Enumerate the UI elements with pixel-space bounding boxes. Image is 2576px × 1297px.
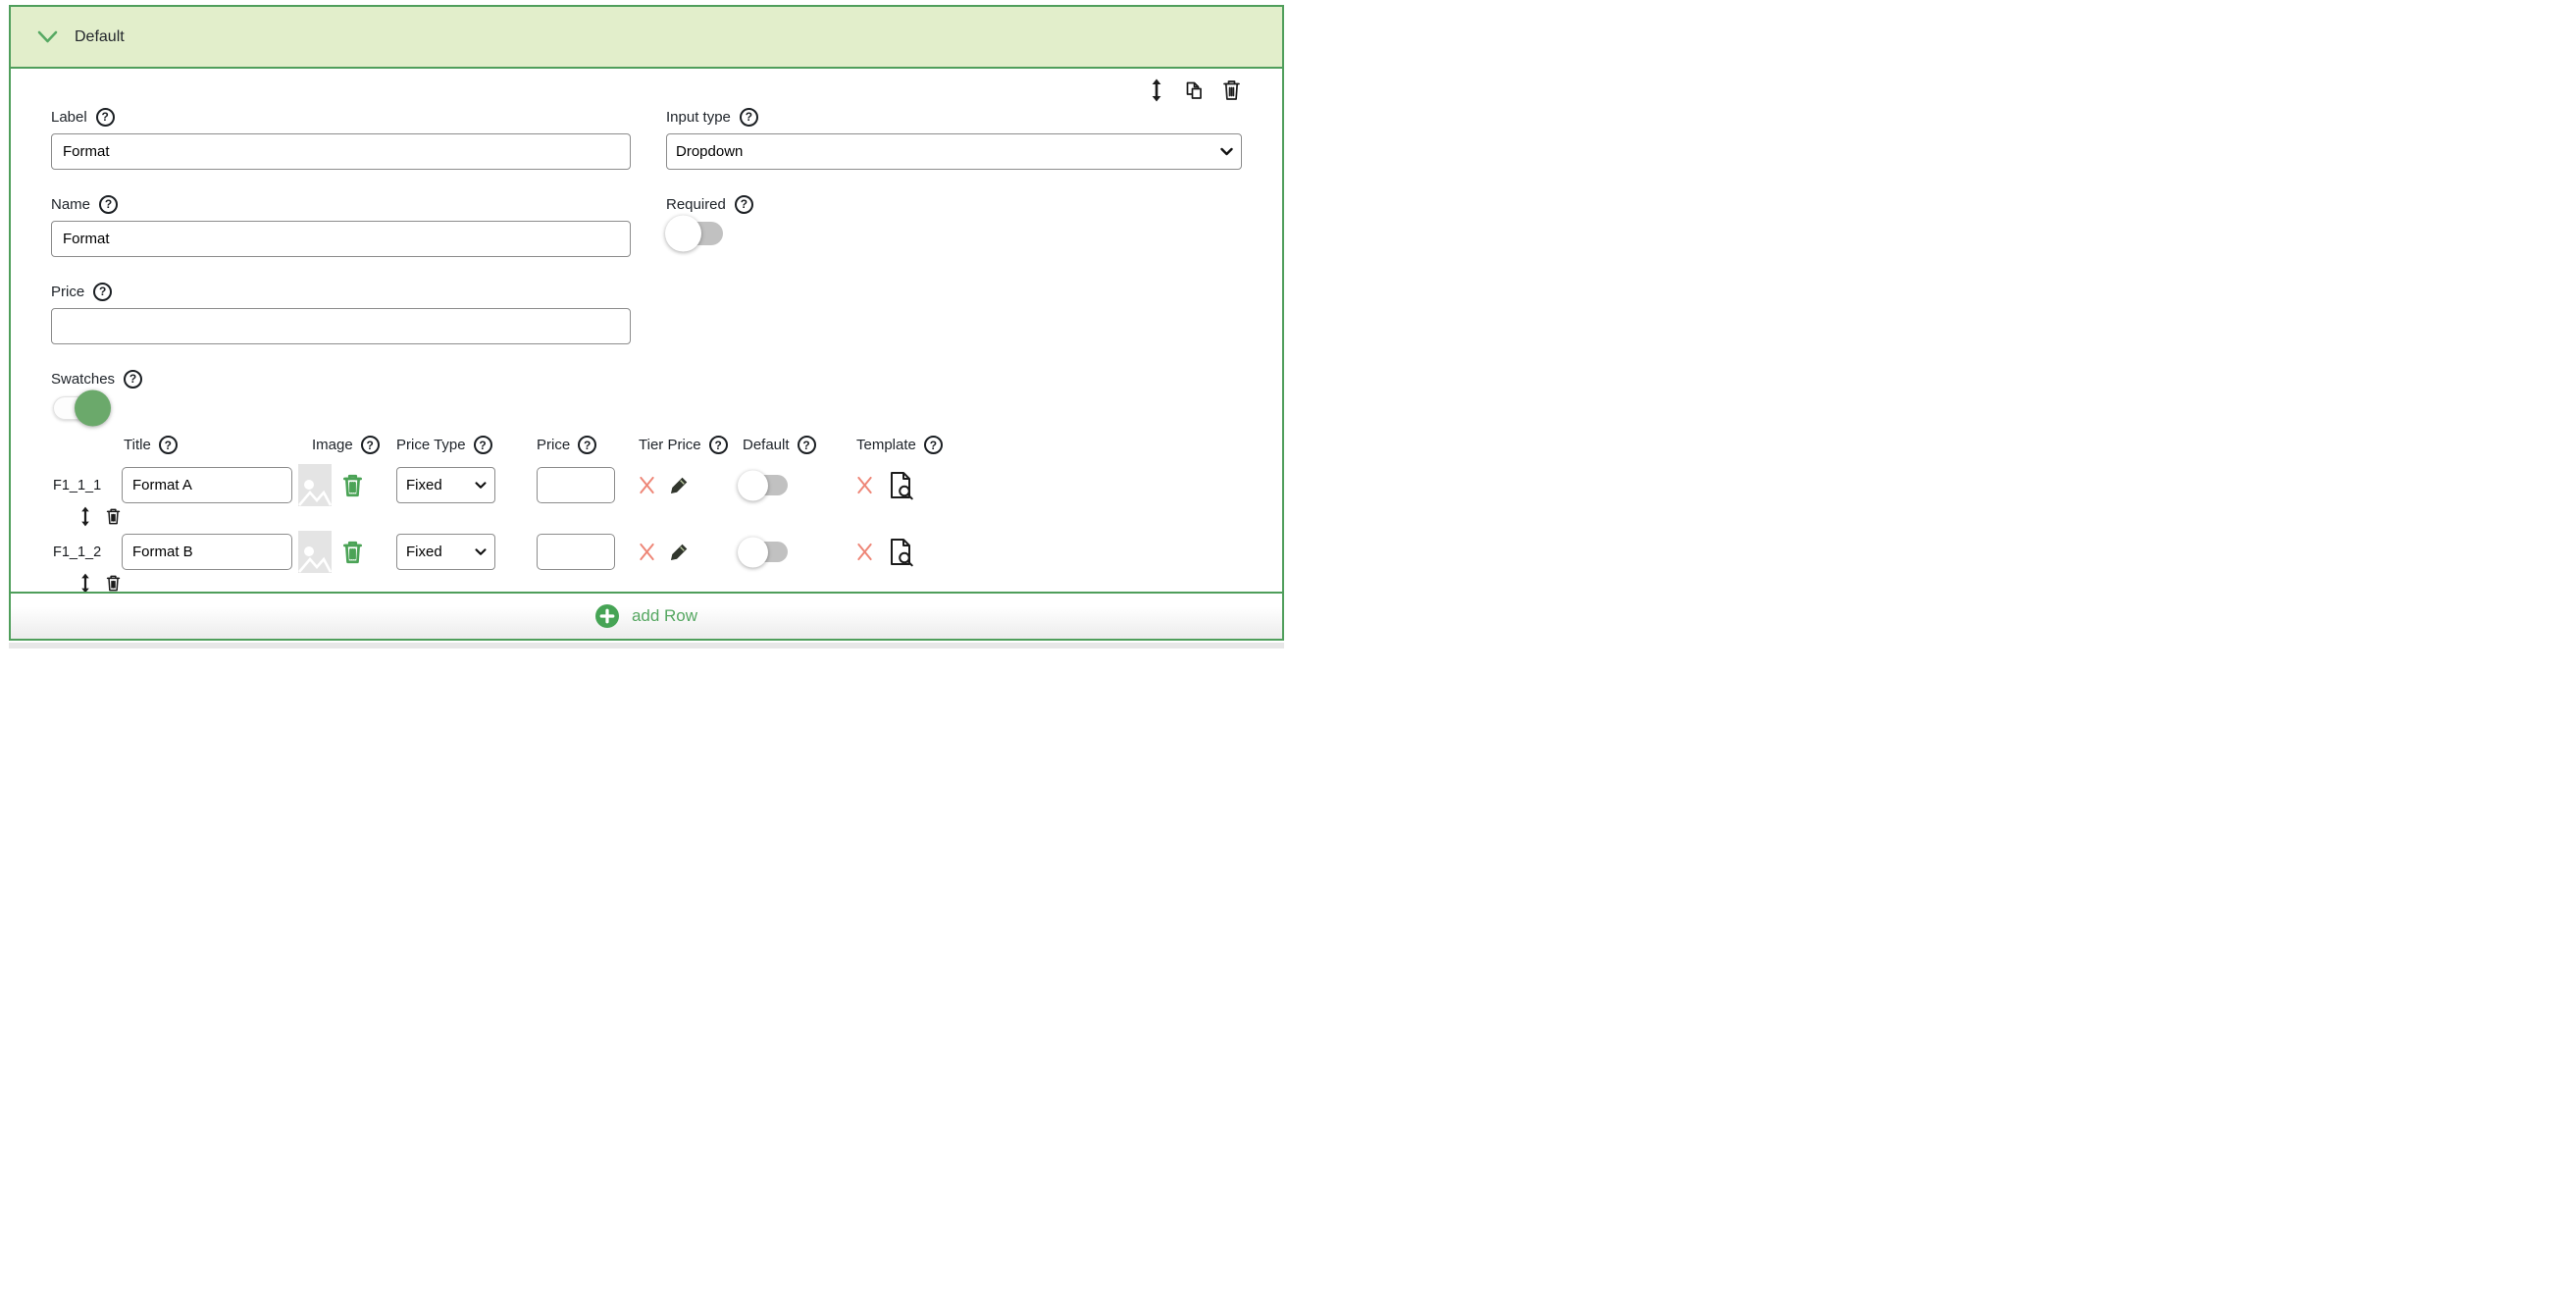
- page-background-strip: [9, 643, 1284, 648]
- option-title-input[interactable]: [122, 534, 292, 570]
- option-panel: Default: [9, 5, 1284, 641]
- edit-tier-price-pencil-icon[interactable]: [670, 476, 689, 494]
- col-image-label: Image: [312, 437, 353, 453]
- name-field-group: Name ?: [51, 194, 631, 257]
- help-icon[interactable]: ?: [474, 436, 492, 454]
- option-row: F1_1_2 Fixed: [51, 531, 1242, 592]
- template-preview-icon[interactable]: [888, 538, 913, 567]
- required-toggle[interactable]: [668, 222, 723, 245]
- accordion-header[interactable]: Default: [11, 7, 1282, 69]
- remove-template-icon[interactable]: [856, 476, 873, 494]
- price-field-label: Price: [51, 284, 84, 300]
- fields-grid: Label ? Name ? Price ?: [51, 107, 1242, 420]
- help-icon[interactable]: ?: [124, 370, 142, 389]
- delete-option-icon[interactable]: [105, 574, 122, 592]
- template-cell: [856, 538, 1179, 567]
- default-toggle[interactable]: [741, 475, 788, 495]
- add-row-label: add Row: [632, 606, 697, 626]
- option-row-actions: [51, 506, 122, 527]
- col-template-label: Template: [856, 437, 916, 453]
- swatches-toggle[interactable]: [53, 396, 108, 420]
- label-input[interactable]: [51, 133, 631, 170]
- swatches-field-group: Swatches ?: [51, 369, 631, 420]
- add-row-button[interactable]: add Row: [11, 592, 1282, 639]
- options-table: Title? Image? Price Type? Price? Tier Pr…: [51, 436, 1242, 592]
- option-row: F1_1_1 Fixed: [51, 464, 1242, 527]
- remove-template-icon[interactable]: [856, 543, 873, 561]
- tier-price-cell: [639, 476, 741, 494]
- help-icon[interactable]: ?: [159, 436, 178, 454]
- input-type-select[interactable]: Dropdown: [666, 133, 1242, 170]
- help-icon[interactable]: ?: [740, 108, 758, 127]
- option-title-input[interactable]: [122, 467, 292, 503]
- delete-option-icon[interactable]: [105, 507, 122, 526]
- label-field-group: Label ?: [51, 107, 631, 170]
- tier-price-cell: [639, 543, 741, 561]
- input-type-field-group: Input type ? Dropdown: [666, 107, 1242, 170]
- option-editor: Label ? Name ? Price ?: [11, 69, 1282, 592]
- col-default-label: Default: [743, 437, 790, 453]
- toggle-knob: [738, 537, 768, 567]
- help-icon[interactable]: ?: [93, 283, 112, 301]
- help-icon[interactable]: ?: [735, 195, 753, 214]
- delete-icon[interactable]: [1221, 78, 1242, 102]
- duplicate-icon[interactable]: [1180, 78, 1205, 102]
- name-field-label: Name: [51, 196, 90, 213]
- col-tier-price-label: Tier Price: [639, 437, 701, 453]
- name-input[interactable]: [51, 221, 631, 257]
- move-vertical-icon[interactable]: [1150, 78, 1163, 102]
- swatches-field-label: Swatches: [51, 371, 115, 388]
- plus-circle-icon: [595, 604, 619, 628]
- option-price-input[interactable]: [537, 534, 615, 570]
- option-row-actions: [51, 573, 122, 592]
- image-upload-placeholder[interactable]: [298, 531, 332, 573]
- required-field-label: Required: [666, 196, 726, 213]
- help-icon[interactable]: ?: [99, 195, 118, 214]
- option-row-id: F1_1_1: [51, 478, 122, 493]
- move-option-icon[interactable]: [79, 506, 91, 527]
- help-icon[interactable]: ?: [361, 436, 380, 454]
- template-preview-icon[interactable]: [888, 471, 913, 500]
- section-toolbar: [51, 69, 1242, 102]
- col-price-label: Price: [537, 437, 570, 453]
- move-option-icon[interactable]: [79, 573, 91, 592]
- help-icon[interactable]: ?: [924, 436, 943, 454]
- price-input[interactable]: [51, 308, 631, 344]
- default-toggle[interactable]: [741, 542, 788, 562]
- price-type-select[interactable]: Fixed: [396, 467, 495, 503]
- toggle-knob: [75, 390, 111, 427]
- remove-image-trash-icon[interactable]: [341, 540, 364, 565]
- template-cell: [856, 471, 1179, 500]
- help-icon[interactable]: ?: [96, 108, 115, 127]
- input-type-field-label: Input type: [666, 109, 731, 126]
- image-upload-placeholder[interactable]: [298, 464, 332, 506]
- required-field-group: Required ?: [666, 194, 1242, 245]
- chevron-down-icon[interactable]: [37, 30, 58, 44]
- option-row-id: F1_1_2: [51, 545, 122, 560]
- remove-tier-price-icon[interactable]: [639, 543, 655, 561]
- col-title-label: Title: [124, 437, 151, 453]
- options-table-header: Title? Image? Price Type? Price? Tier Pr…: [51, 436, 1242, 454]
- price-type-select[interactable]: Fixed: [396, 534, 495, 570]
- option-price-input[interactable]: [537, 467, 615, 503]
- accordion-title: Default: [75, 28, 125, 46]
- edit-tier-price-pencil-icon[interactable]: [670, 543, 689, 561]
- toggle-knob: [665, 216, 701, 252]
- help-icon[interactable]: ?: [578, 436, 596, 454]
- help-icon[interactable]: ?: [709, 436, 728, 454]
- help-icon[interactable]: ?: [798, 436, 816, 454]
- label-field-label: Label: [51, 109, 87, 126]
- remove-image-trash-icon[interactable]: [341, 473, 364, 498]
- toggle-knob: [738, 470, 768, 500]
- remove-tier-price-icon[interactable]: [639, 476, 655, 494]
- col-price-type-label: Price Type: [396, 437, 466, 453]
- price-field-group: Price ?: [51, 282, 631, 344]
